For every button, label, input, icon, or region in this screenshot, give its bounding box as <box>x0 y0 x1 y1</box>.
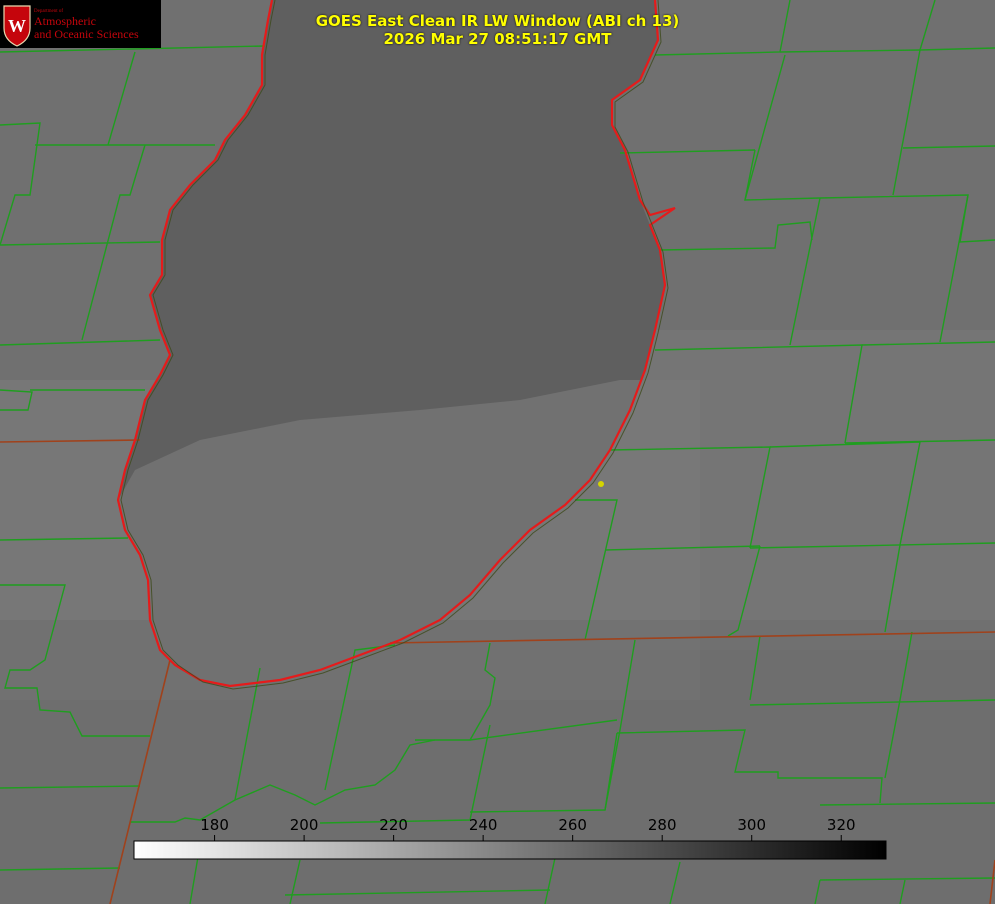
station-marker <box>598 481 604 487</box>
colorbar-tick-label: 300 <box>737 816 766 834</box>
colorbar-tick-label: 240 <box>469 816 498 834</box>
colorbar-tick-label: 180 <box>200 816 229 834</box>
colorbar-tick-label: 220 <box>379 816 408 834</box>
cloud-patch <box>600 330 995 650</box>
title-line1: GOES East Clean IR LW Window (ABI ch 13) <box>315 12 680 30</box>
colorbar-tick-label: 200 <box>290 816 319 834</box>
ground-patch <box>0 620 995 904</box>
title-line2: 2026 Mar 27 08:51:17 GMT <box>383 30 612 48</box>
colorbar-tick-label: 280 <box>648 816 677 834</box>
satellite-map: 180 200 220 240 260 280 300 320 <box>0 0 995 904</box>
colorbar-tick-label: 320 <box>827 816 856 834</box>
image-title: GOES East Clean IR LW Window (ABI ch 13)… <box>0 12 995 48</box>
colorbar-gradient <box>133 840 887 860</box>
colorbar-tick-label: 260 <box>558 816 587 834</box>
